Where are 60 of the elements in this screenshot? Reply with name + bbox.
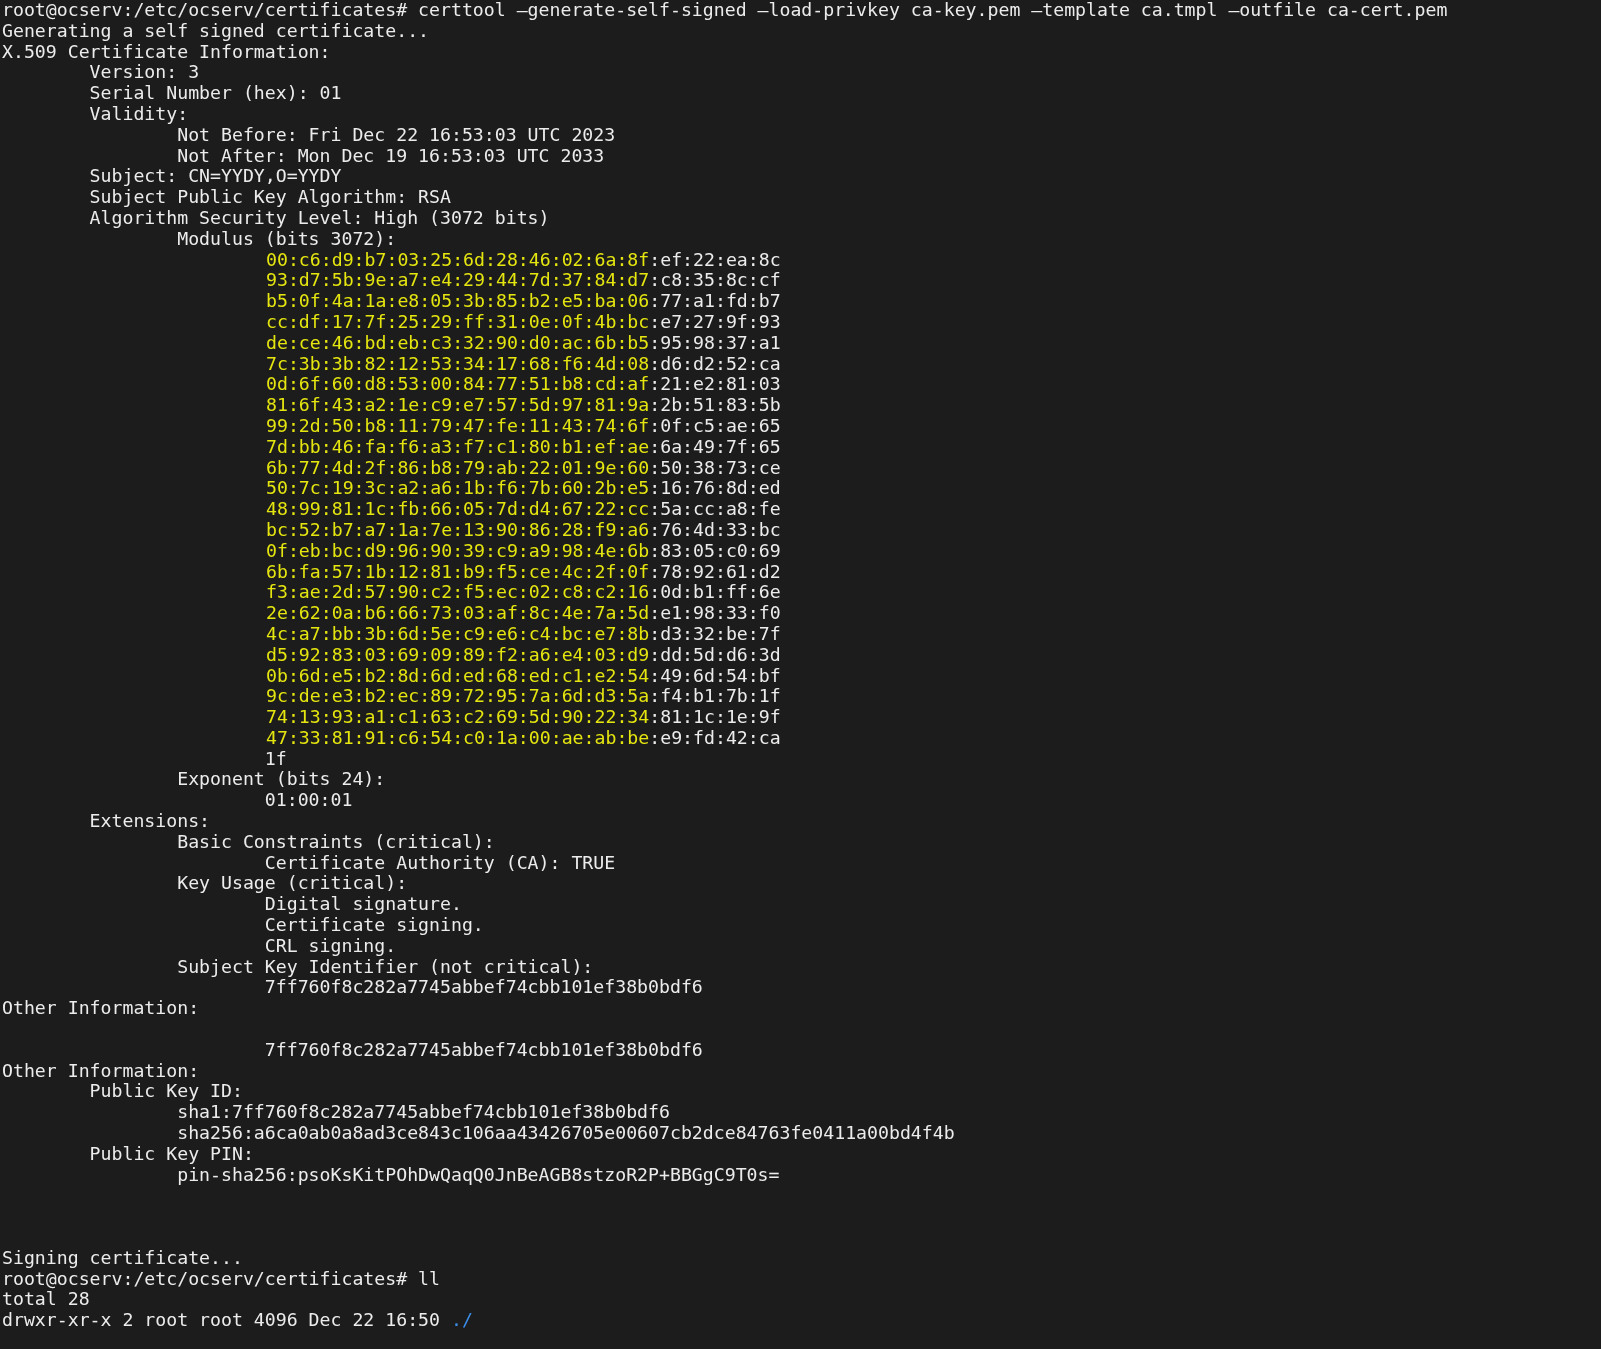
output-line: Generating a self signed certificate... bbox=[2, 20, 430, 42]
output-line: Algorithm Security Level: High (3072 bits) bbox=[88, 207, 550, 229]
hex-line: 50:7c:19:3c:a2:a6:1b:f6:7b:60:2b:e5:16:76:8d:ed bbox=[266, 478, 781, 500]
hex-line: 74:13:93:a1:c1:63:c2:69:5d:90:22:34:81:1c:1e:9f bbox=[266, 707, 781, 728]
output-line: Not After: Mon Dec 19 16:53:03 UTC 2033 bbox=[176, 145, 605, 167]
output-line: Key Usage (critical): bbox=[176, 873, 408, 895]
hex-line: 6b:fa:57:1b:12:81:b9:f5:ce:4c:2f:0f:78:92:61:d2 bbox=[266, 561, 781, 583]
output-line: Signing certificate... bbox=[2, 1247, 243, 1269]
output-line: sha256:a6ca0ab0a8ad3ce843c106aa43426705e00607cb2dce84763fe0411a00bd4f4b bbox=[176, 1123, 955, 1144]
hex-line: 2e:62:0a:b6:66:73:03:af:8c:4e:7a:5d:e1:98:33:f0 bbox=[266, 603, 781, 624]
command-line: root@ocserv:/etc/ocserv/certificates# ll bbox=[2, 1268, 440, 1290]
output-line: X.509 Certificate Information: bbox=[2, 41, 331, 63]
output-line: 1f bbox=[263, 748, 287, 770]
command-line: root@ocserv:/etc/ocserv/certificates# certtool —generate-self-signed —load-privkey ca-key.pem —template ca.tmpl —outfile ca-cert.pem bbox=[2, 0, 1448, 21]
output-line: Modulus (bits 3072): bbox=[177, 228, 397, 250]
hex-line: 48:99:81:1c:fb:66:05:7d:d4:67:22:cc:5a:cc:a8:fe bbox=[266, 499, 781, 520]
hex-line: 9c:de:e3:b2:ec:89:72:95:7a:6d:d3:5a:f4:b1:7b:1f bbox=[266, 686, 781, 708]
hex-line: 4c:a7:bb:3b:6d:5e:c9:e6:c4:bc:e7:8b:d3:32:be:7f bbox=[266, 623, 781, 645]
output-line: Other Information: bbox=[2, 1060, 200, 1082]
hex-line: 0b:6d:e5:b2:8d:6d:ed:68:ed:c1:e2:54:49:6d:54:bf bbox=[266, 665, 781, 687]
hex-line: 6b:77:4d:2f:86:b8:79:ab:22:01:9e:60:50:38:73:ce bbox=[266, 457, 781, 479]
output-line: Version: 3 bbox=[88, 62, 200, 84]
hex-line: cc:df:17:7f:25:29:ff:31:0e:0f:4b:bc:e7:27:9f:93 bbox=[266, 311, 781, 333]
output-line: Extensions: bbox=[88, 811, 211, 832]
hex-line: d5:92:83:03:69:09:89:f2:a6:e4:03:d9:dd:5d:d6:3d bbox=[266, 644, 781, 666]
hex-line: de:ce:46:bd:eb:c3:32:90:d0:ac:6b:b5:95:98:37:a1 bbox=[266, 332, 781, 354]
output-line: Exponent (bits 24): bbox=[176, 769, 386, 791]
hex-line: 81:6f:43:a2:1e:c9:e7:57:5d:97:81:9a:2b:51:83:5b bbox=[266, 395, 781, 416]
output-line: Not Before: Fri Dec 22 16:53:03 UTC 2023 bbox=[177, 124, 616, 146]
output-line: Serial Number (hex): 01 bbox=[88, 83, 342, 104]
output-line: 7ff760f8c282a7745abbef74cbb101ef38b0bdf6 bbox=[263, 977, 703, 999]
hex-line: 0f:eb:bc:d9:96:90:39:c9:a9:98:4e:6b:83:05:c0:69 bbox=[266, 540, 781, 562]
output-line: sha1:7ff760f8c282a7745abbef74cbb101ef38b0bdf6 bbox=[176, 1102, 670, 1124]
hex-line: 7c:3b:3b:82:12:53:34:17:68:f6:4d:08:d6:d2:52:ca bbox=[266, 353, 781, 375]
output-line: Basic Constraints (critical): bbox=[176, 831, 495, 853]
hex-line: b5:0f:4a:1a:e8:05:3b:85:b2:e5:ba:06:77:a1:fd:b7 bbox=[266, 291, 781, 312]
hex-line: f3:ae:2d:57:90:c2:f5:ec:02:c8:c2:16:0d:b1:ff:6e bbox=[266, 582, 781, 604]
hex-line: 7d:bb:46:fa:f6:a3:f7:c1:80:b1:ef:ae:6a:49:7f:65 bbox=[266, 436, 781, 458]
output-line: Certificate signing. bbox=[263, 915, 484, 936]
output-line: CRL signing. bbox=[263, 935, 397, 957]
hex-line: bc:52:b7:a7:1a:7e:13:90:86:28:f9:a6:76:4d:33:bc bbox=[266, 519, 781, 541]
hex-line: 47:33:81:91:c6:54:c0:1a:00:ae:ab:be:e9:fd:42:ca bbox=[266, 727, 781, 749]
output-line: Validity: bbox=[88, 104, 189, 125]
output-line: total 28 bbox=[2, 1289, 90, 1311]
output-line: Subject Public Key Algorithm: RSA bbox=[88, 187, 451, 208]
output-line: Subject Key Identifier (not critical): bbox=[176, 956, 594, 978]
directory-listing-line: drwxr-xr-x 2 root root 4096 Dec 22 16:50 ./ bbox=[2, 1310, 473, 1331]
hex-line: 93:d7:5b:9e:a7:e4:29:44:7d:37:84:d7:c8:35:8c:cf bbox=[266, 270, 781, 292]
output-line: Public Key PIN: bbox=[88, 1143, 254, 1165]
hex-line: 99:2d:50:b8:11:79:47:fe:11:43:74:6f:0f:c5:ae:65 bbox=[266, 415, 781, 437]
output-line: Digital signature. bbox=[263, 894, 462, 916]
output-line: Subject: CN=YYDY,O=YYDY bbox=[88, 166, 342, 188]
output-line: 01:00:01 bbox=[263, 790, 353, 812]
output-line: Certificate Authority (CA): TRUE bbox=[263, 852, 616, 874]
output-line: 7ff760f8c282a7745abbef74cbb101ef38b0bdf6 bbox=[263, 1039, 703, 1061]
output-line: Public Key ID: bbox=[88, 1081, 243, 1103]
output-line: pin-sha256:psoKsKitPOhDwQaqQ0JnBeAGB8stzoR2P+BBGgC9T0s= bbox=[177, 1164, 780, 1186]
output-line: Other Information: bbox=[2, 998, 200, 1020]
hex-line: 00:c6:d9:b7:03:25:6d:28:46:02:6a:8f:ef:22:ea:8c bbox=[266, 249, 781, 271]
hex-line: 0d:6f:60:d8:53:00:84:77:51:b8:cd:af:21:e2:81:03 bbox=[266, 374, 781, 396]
